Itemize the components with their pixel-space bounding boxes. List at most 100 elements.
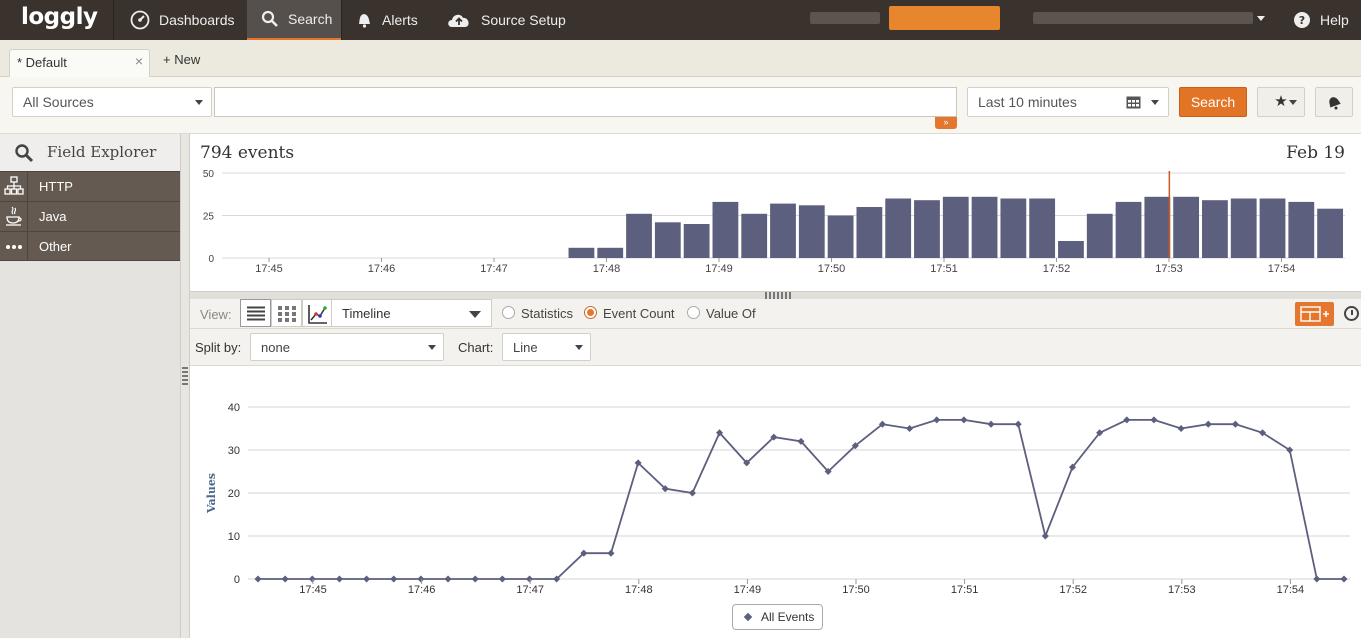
clock-icon[interactable] <box>1344 306 1359 321</box>
data-point <box>1231 420 1239 428</box>
split-toolbar: Split by: none Chart: Line <box>190 329 1361 366</box>
data-point <box>1313 575 1321 583</box>
time-range-value: Last 10 minutes <box>978 94 1077 110</box>
field-explorer-panel: Field Explorer HTTP Java Other <box>0 134 180 638</box>
histogram-splitter[interactable] <box>190 291 1361 299</box>
search-input[interactable] <box>214 87 957 117</box>
x-tick-label: 17:54 <box>1277 584 1305 596</box>
network-icon <box>0 172 28 201</box>
view-label: View: <box>200 307 232 322</box>
favorites-button[interactable]: ★ <box>1257 87 1305 117</box>
nav-dashboards[interactable]: Dashboards <box>113 0 246 40</box>
blurred-account-badge[interactable] <box>889 6 1000 30</box>
field-item-java[interactable]: Java <box>0 201 180 231</box>
chevron-down-icon <box>575 345 583 350</box>
tab-default[interactable]: * Default × <box>9 49 150 77</box>
histogram-bar <box>856 207 883 258</box>
chart-type-select[interactable]: Line <box>502 333 591 361</box>
data-point <box>1014 420 1022 428</box>
y-tick-label: 0 <box>234 574 240 586</box>
nav-alerts[interactable]: Alerts <box>341 0 433 40</box>
x-tick-label: 17:47 <box>516 584 544 596</box>
histogram-bar <box>971 196 998 258</box>
view-mode-value: Timeline <box>342 306 391 321</box>
time-range-select[interactable]: Last 10 minutes <box>967 87 1169 117</box>
data-point <box>471 575 479 583</box>
histogram-bar <box>741 213 768 258</box>
histogram-bar <box>1144 196 1171 258</box>
event-histogram: 794 events Feb 19 0 25 50 17:45 17:46 17:47 17… <box>190 134 1361 291</box>
data-point <box>498 575 506 583</box>
histogram-chart[interactable]: 0 25 50 17:45 17:46 17:47 17:48 17:49 17:50 17:51… <box>190 134 1361 291</box>
x-tick-label: 17:54 <box>1268 263 1296 275</box>
grid-icon <box>278 306 296 322</box>
y-tick-label: 0 <box>208 254 214 265</box>
chevron-down-icon <box>1257 16 1265 21</box>
histogram-bar <box>1259 198 1286 258</box>
x-tick-label: 17:46 <box>408 584 436 596</box>
line-chart-icon <box>308 305 327 324</box>
search-icon <box>261 10 278 27</box>
data-point <box>363 575 371 583</box>
chevron-down-icon <box>469 311 481 318</box>
histogram-bar <box>712 201 739 258</box>
histogram-bar <box>568 247 595 258</box>
logo[interactable]: loggly <box>21 4 98 30</box>
x-tick-label: 17:49 <box>734 584 762 596</box>
list-view-button[interactable] <box>240 299 271 327</box>
event-count-chart: 0 10 20 30 40 Values 17:45 17:46 17:47 17:48 17:49… <box>190 366 1361 638</box>
blurred-user-menu[interactable] <box>1033 12 1253 24</box>
histogram-bar <box>654 222 681 258</box>
data-point <box>390 575 398 583</box>
grid-view-button[interactable] <box>271 299 302 327</box>
bell-icon <box>359 14 370 28</box>
field-item-label: Java <box>39 209 67 224</box>
search-button[interactable]: Search <box>1179 87 1247 117</box>
chart-view-button[interactable] <box>302 299 333 327</box>
close-icon[interactable]: × <box>135 53 143 69</box>
x-tick-label: 17:53 <box>1168 584 1196 596</box>
line-chart[interactable]: 0 10 20 30 40 Values 17:45 17:46 17:47 17:48 17:49… <box>190 366 1361 604</box>
nav-help[interactable]: ? Help <box>1293 0 1353 40</box>
y-tick-label: 25 <box>203 212 215 223</box>
histogram-bar <box>1173 196 1200 258</box>
chart-type-value: Line <box>513 340 538 355</box>
new-tab-button[interactable]: + New <box>163 52 200 67</box>
histogram-bar <box>1317 208 1343 258</box>
field-item-other[interactable]: Other <box>0 231 180 261</box>
field-explorer-header[interactable]: Field Explorer <box>0 134 180 171</box>
data-point <box>960 416 968 424</box>
event-count-radio[interactable] <box>584 306 597 319</box>
split-by-select[interactable]: none <box>250 333 444 361</box>
expand-query-icon[interactable]: » <box>935 117 957 129</box>
y-tick-label: 50 <box>203 169 215 180</box>
data-point <box>688 489 696 497</box>
statistics-label: Statistics <box>521 306 574 321</box>
y-tick-label: 10 <box>228 531 240 543</box>
cloud-upload-icon <box>448 14 469 27</box>
field-item-label: Other <box>39 239 72 254</box>
chart-legend[interactable]: All Events <box>732 604 823 630</box>
x-tick-label: 17:53 <box>1155 263 1183 275</box>
drag-handle-icon[interactable] <box>182 367 188 387</box>
drag-handle-icon[interactable] <box>765 292 791 299</box>
sources-select[interactable]: All Sources <box>12 87 212 117</box>
nav-help-label: Help <box>1320 12 1349 28</box>
y-tick-label: 30 <box>228 445 240 457</box>
value-of-radio[interactable] <box>687 306 700 319</box>
add-layout-button[interactable] <box>1295 302 1334 326</box>
top-nav: loggly Dashboards Search Alerts Source S… <box>0 0 1361 40</box>
nav-source-setup[interactable]: Source Setup <box>433 0 573 40</box>
chevron-down-icon <box>1151 100 1159 105</box>
sidebar-splitter[interactable] <box>180 134 190 638</box>
nav-search[interactable]: Search <box>247 0 341 40</box>
data-point <box>1204 420 1212 428</box>
data-point <box>1123 416 1131 424</box>
chevron-down-icon <box>1289 100 1297 105</box>
data-point <box>1041 532 1049 540</box>
create-alert-button[interactable] <box>1315 87 1353 117</box>
histogram-bar <box>1288 201 1315 258</box>
field-item-http[interactable]: HTTP <box>0 171 180 201</box>
view-mode-select[interactable]: Timeline <box>331 299 492 327</box>
statistics-radio[interactable] <box>502 306 515 319</box>
